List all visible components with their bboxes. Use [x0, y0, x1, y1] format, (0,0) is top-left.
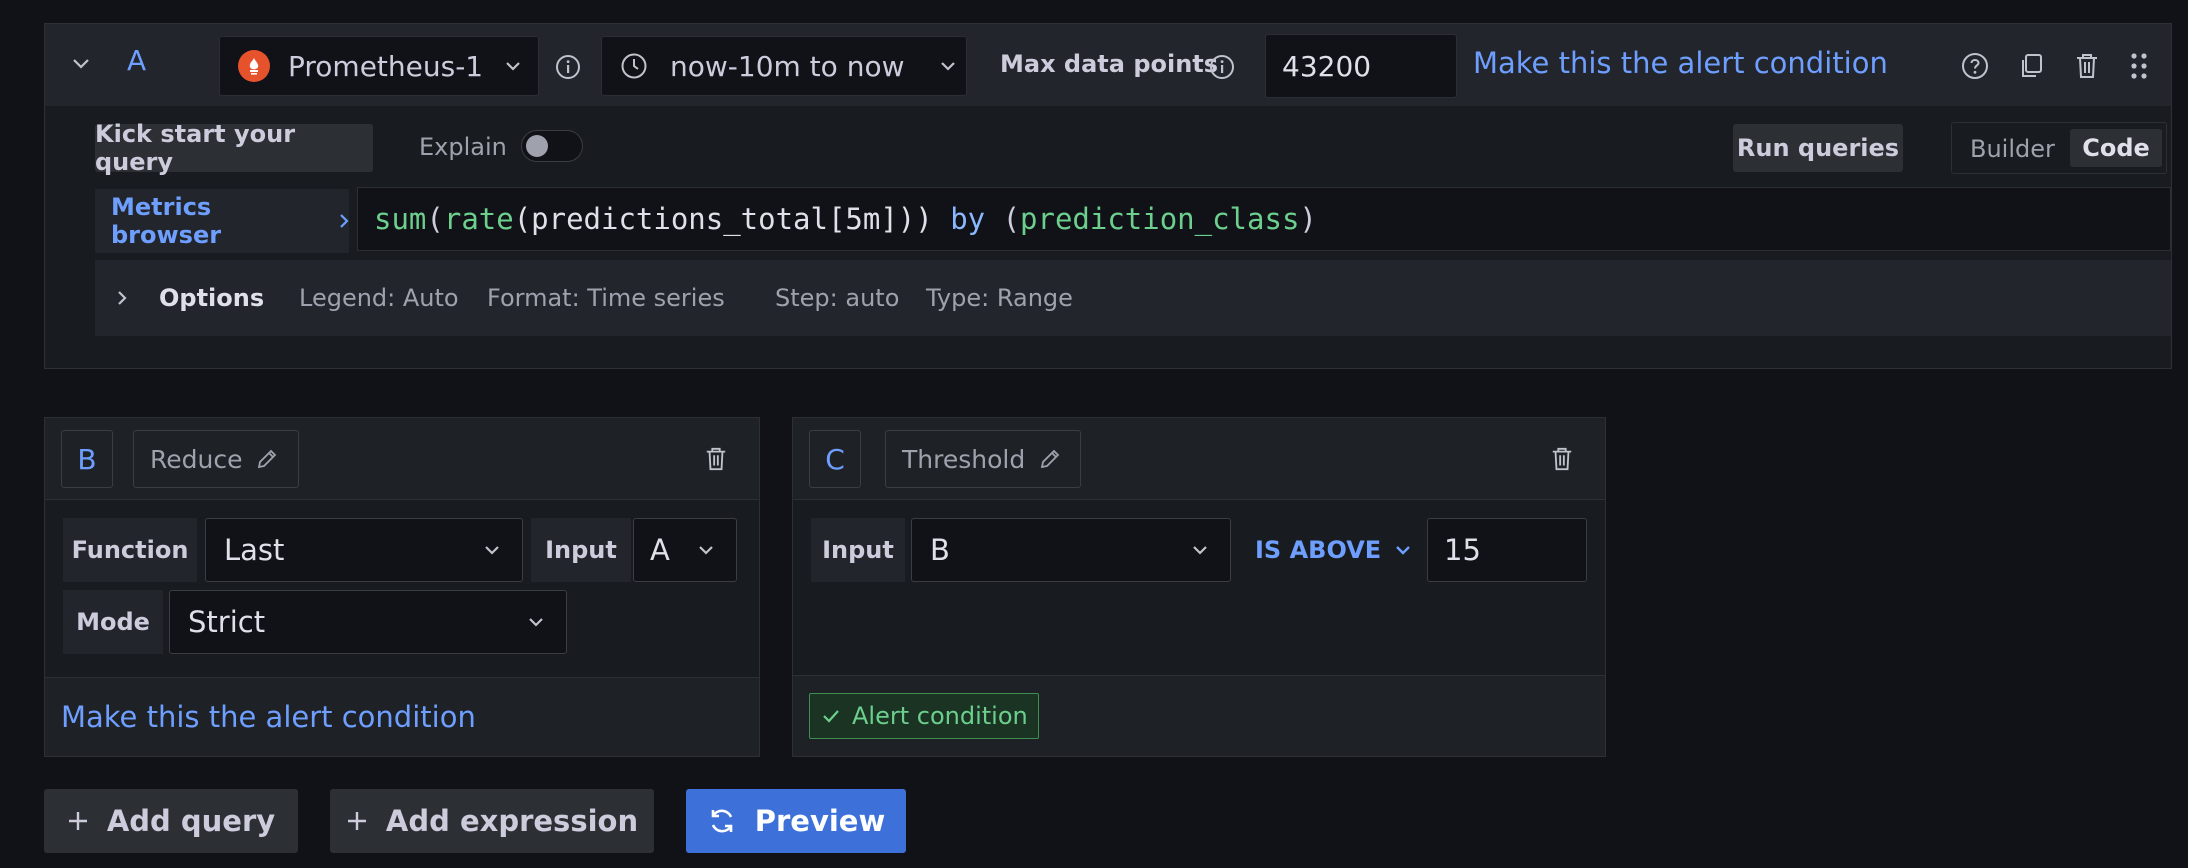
- expression-c-card: C Threshold Input B IS ABOVE 15 Alert co…: [792, 417, 1606, 757]
- expression-type-label: Threshold: [902, 444, 1026, 474]
- add-query-label: Add query: [106, 804, 276, 838]
- query-token-label: prediction_class: [1020, 202, 1300, 236]
- query-token-paren: (: [426, 202, 444, 236]
- run-queries-button[interactable]: Run queries: [1733, 124, 1903, 172]
- options-row[interactable]: Options Legend: Auto Format: Time series…: [95, 260, 2171, 336]
- query-editor[interactable]: sum(rate (predictions_total[5m])) by (pre…: [357, 187, 2171, 251]
- query-ref-id[interactable]: A: [127, 44, 146, 77]
- chevron-down-icon: [1395, 545, 1411, 555]
- add-expression-label: Add expression: [385, 804, 639, 838]
- options-label: Options: [159, 284, 265, 312]
- chevron-down-icon: [1192, 545, 1208, 555]
- add-query-button[interactable]: Add query: [44, 789, 298, 853]
- input-value: B: [930, 533, 950, 567]
- query-a-header: A Prometheus-1 now-10m to now Max data p…: [45, 24, 2171, 106]
- pencil-icon: [256, 448, 278, 470]
- trash-icon[interactable]: [1547, 444, 1577, 474]
- expression-b-header: B Reduce: [45, 418, 759, 500]
- input-label: Input: [811, 518, 905, 582]
- help-icon[interactable]: [1959, 50, 1991, 82]
- query-token-paren: ): [1299, 202, 1317, 236]
- max-data-points-info-icon[interactable]: [1207, 52, 1237, 82]
- toggle-knob: [526, 135, 548, 157]
- threshold-operator-value: IS ABOVE: [1255, 536, 1382, 564]
- max-data-points-input[interactable]: 43200: [1265, 34, 1457, 98]
- datasource-info-icon[interactable]: [553, 52, 583, 82]
- expression-type-label: Reduce: [150, 444, 243, 474]
- metrics-browser-label: Metrics browser: [111, 193, 222, 249]
- time-range-picker[interactable]: now-10m to now: [601, 36, 967, 96]
- options-step: Step: auto: [775, 284, 900, 312]
- expression-type-name[interactable]: Threshold: [885, 430, 1081, 488]
- query-token-function: rate: [443, 202, 514, 236]
- metrics-browser-button[interactable]: Metrics browser: [95, 189, 349, 253]
- explain-label: Explain: [419, 133, 507, 161]
- expression-type-name[interactable]: Reduce: [133, 430, 299, 488]
- expression-ref-id[interactable]: B: [61, 430, 113, 488]
- mode-select[interactable]: Strict: [169, 590, 567, 654]
- query-token-metric: (predictions_total[5m])): [513, 202, 951, 236]
- editor-mode-switch: Builder Code: [1951, 122, 2167, 174]
- alert-condition-badge: Alert condition: [809, 693, 1039, 739]
- expression-c-header: C Threshold: [793, 418, 1605, 500]
- expression-b-footer: Make this the alert condition: [45, 677, 759, 756]
- datasource-name: Prometheus-1: [288, 49, 484, 83]
- plus-icon: [346, 810, 368, 832]
- query-token-keyword: by: [950, 202, 986, 236]
- mode-builder-option[interactable]: Builder: [1970, 135, 2055, 163]
- plus-icon: [67, 810, 89, 832]
- input-value: A: [650, 533, 670, 567]
- input-label: Input: [531, 518, 631, 582]
- options-format: Format: Time series: [487, 284, 725, 312]
- chevron-right-icon: [117, 290, 127, 306]
- query-a-card: A Prometheus-1 now-10m to now Max data p…: [44, 23, 2172, 369]
- pencil-icon: [1039, 448, 1061, 470]
- alert-condition-label: Alert condition: [852, 702, 1028, 730]
- function-value: Last: [224, 533, 285, 567]
- duplicate-icon[interactable]: [2015, 50, 2047, 82]
- threshold-operator-select[interactable]: IS ABOVE: [1255, 518, 1411, 582]
- datasource-picker[interactable]: Prometheus-1: [219, 36, 539, 96]
- refresh-icon: [707, 806, 737, 836]
- collapse-chevron-icon[interactable]: [63, 46, 99, 82]
- chevron-down-icon: [484, 545, 500, 555]
- mode-value: Strict: [188, 605, 266, 639]
- expression-c-footer: Alert condition: [793, 675, 1605, 756]
- make-alert-condition-link[interactable]: Make this the alert condition: [1473, 46, 1888, 80]
- chevron-down-icon: [505, 61, 521, 71]
- query-token-paren: (: [985, 202, 1021, 236]
- make-alert-condition-link[interactable]: Make this the alert condition: [61, 700, 476, 734]
- function-label: Function: [63, 518, 197, 582]
- input-select[interactable]: B: [911, 518, 1231, 582]
- options-legend: Legend: Auto: [299, 284, 459, 312]
- mode-label: Mode: [63, 590, 163, 654]
- prometheus-logo-icon: [238, 50, 270, 82]
- input-select[interactable]: A: [633, 518, 737, 582]
- clock-icon: [620, 52, 648, 80]
- expression-b-card: B Reduce Function Last Input A Mode Stri…: [44, 417, 760, 757]
- preview-label: Preview: [754, 804, 886, 838]
- expression-ref-id[interactable]: C: [809, 430, 861, 488]
- add-expression-button[interactable]: Add expression: [330, 789, 654, 853]
- chevron-right-icon: [339, 213, 349, 229]
- preview-button[interactable]: Preview: [686, 789, 906, 853]
- time-range-value: now-10m to now: [670, 49, 905, 83]
- function-select[interactable]: Last: [205, 518, 523, 582]
- explain-toggle[interactable]: [521, 130, 583, 162]
- chevron-down-icon: [698, 545, 714, 555]
- max-data-points-label: Max data points: [1000, 50, 1219, 78]
- trash-icon[interactable]: [701, 444, 731, 474]
- options-type: Type: Range: [926, 284, 1073, 312]
- kick-start-query-button[interactable]: Kick start your query: [95, 120, 373, 176]
- check-icon: [822, 709, 840, 723]
- drag-handle-icon[interactable]: [2125, 50, 2153, 82]
- mode-code-option[interactable]: Code: [2070, 129, 2162, 167]
- trash-icon[interactable]: [2071, 50, 2103, 82]
- chevron-down-icon: [940, 61, 956, 71]
- query-token-function: sum: [374, 202, 427, 236]
- chevron-down-icon: [528, 617, 544, 627]
- threshold-value-input[interactable]: 15: [1427, 518, 1587, 582]
